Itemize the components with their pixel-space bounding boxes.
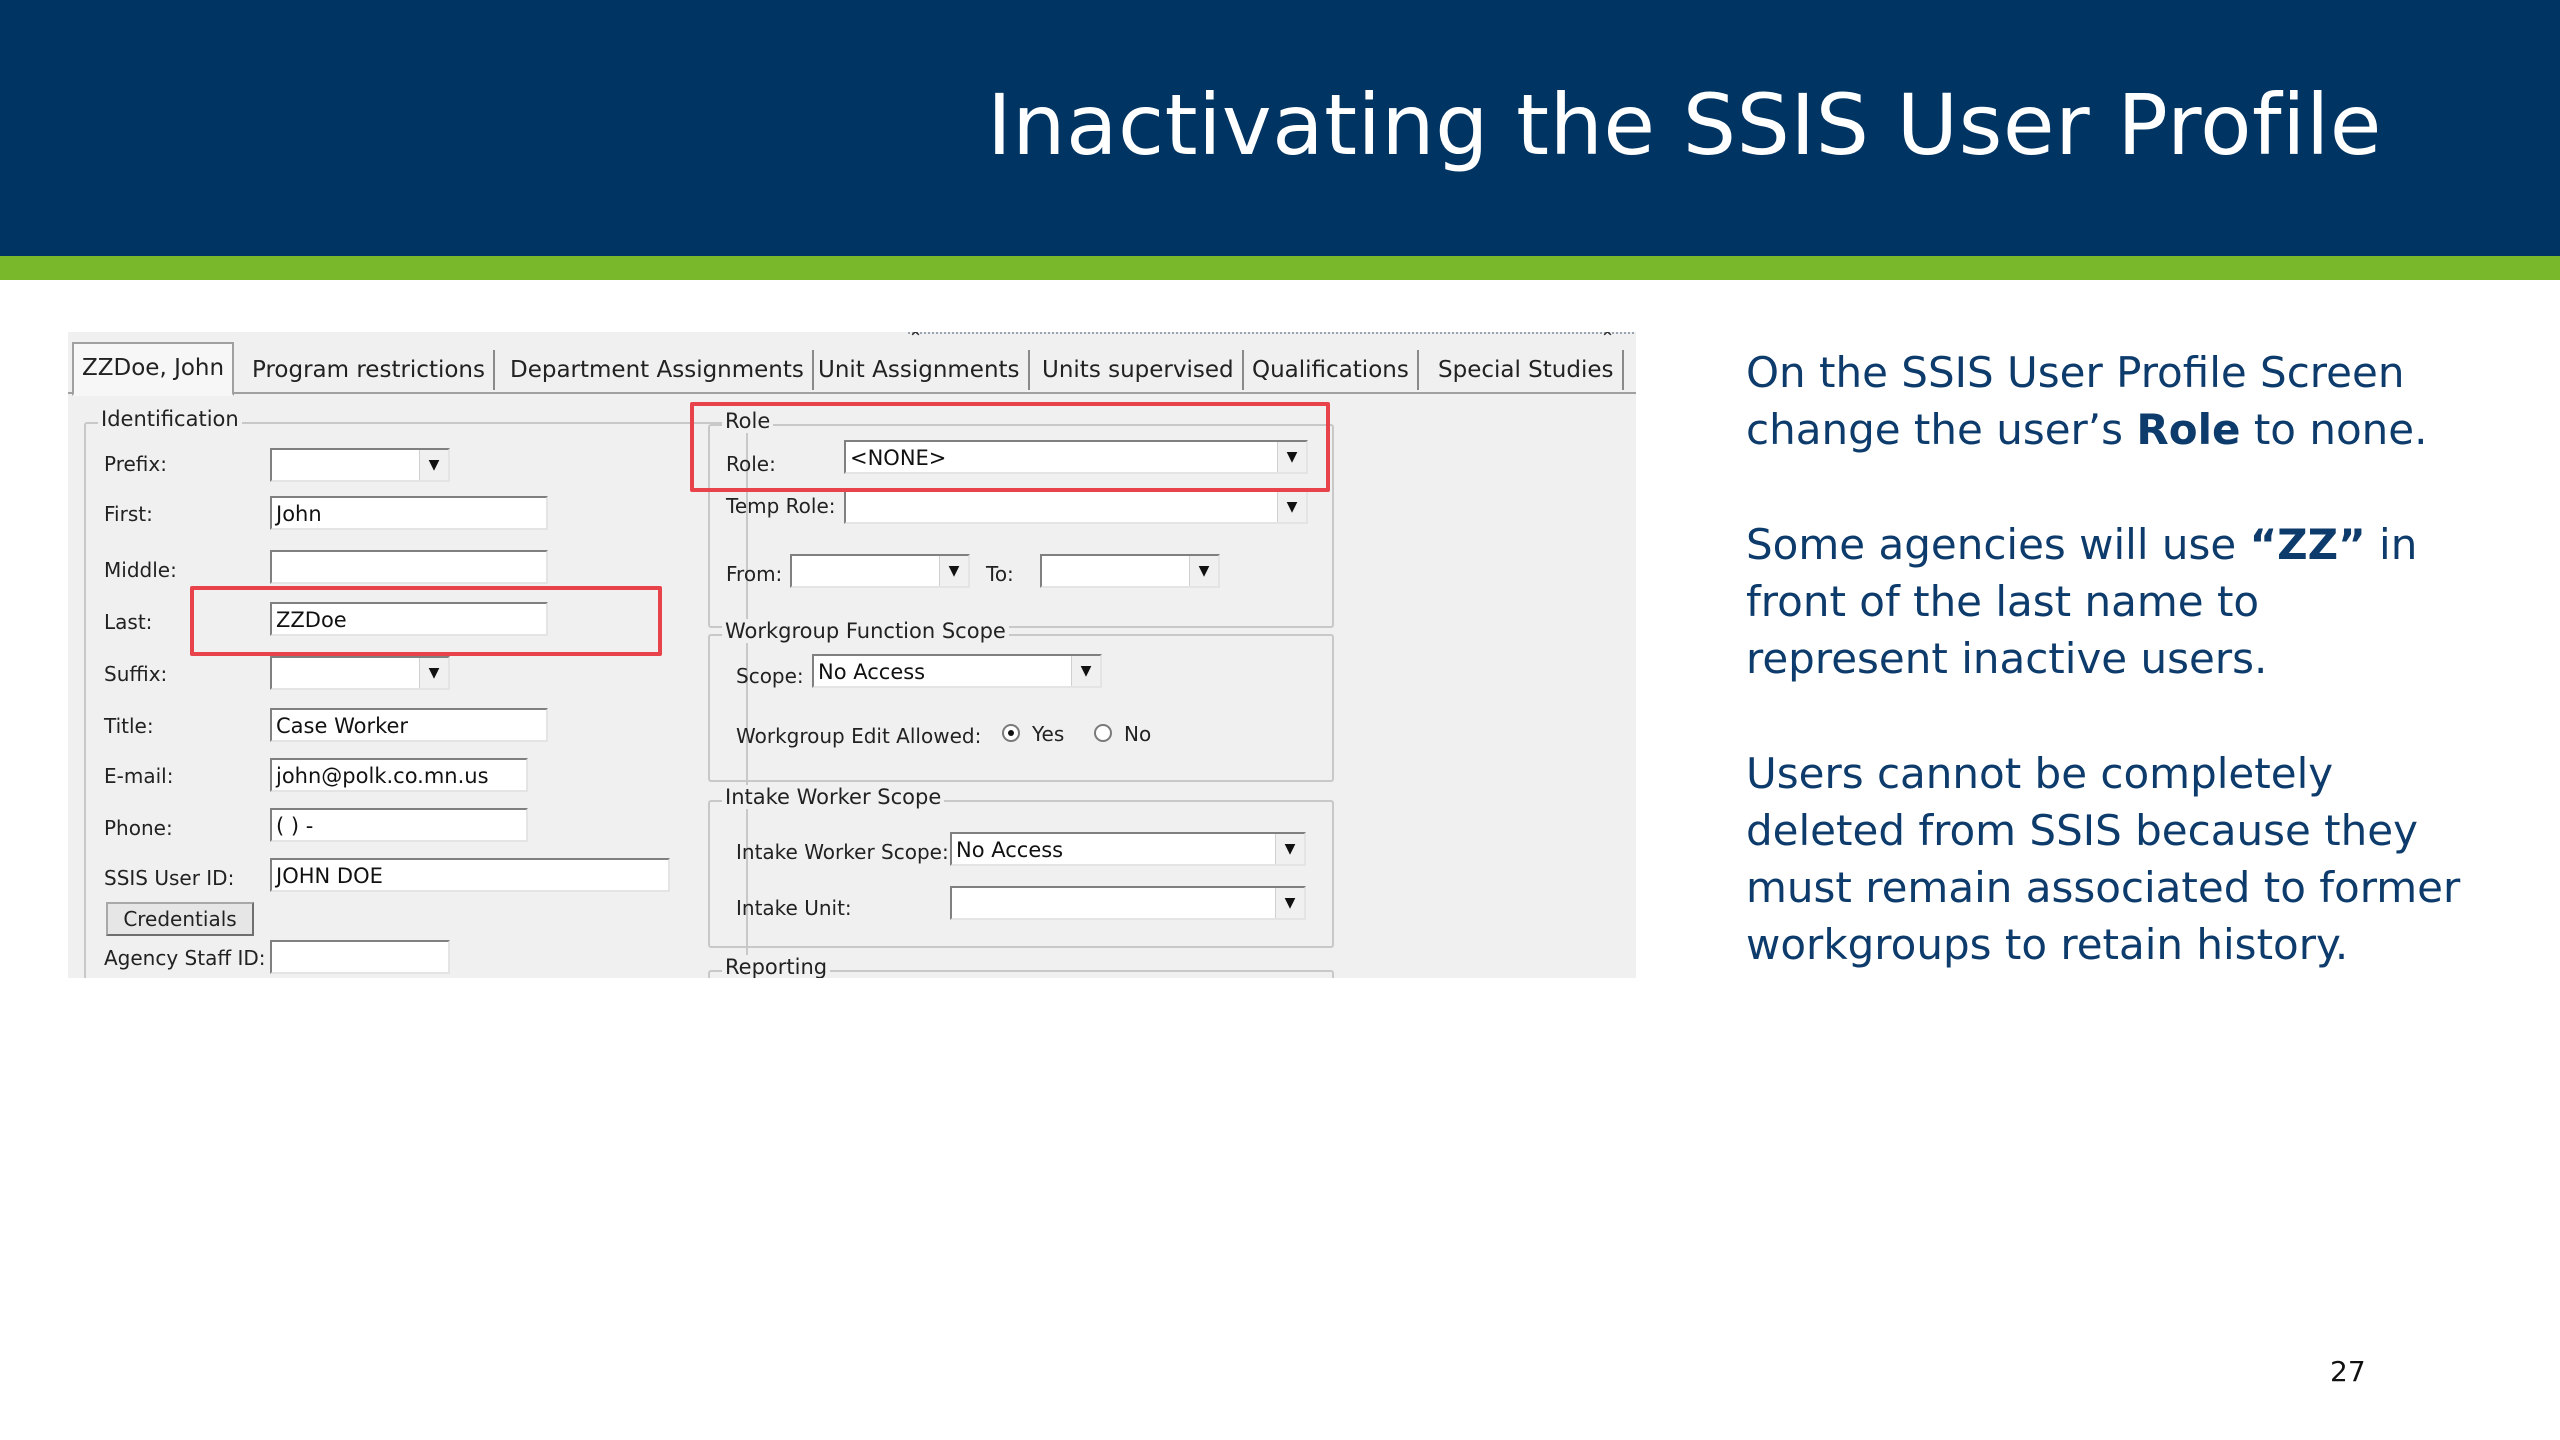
page-number: 27	[2330, 1355, 2366, 1388]
tab-qualifications[interactable]: Qualifications	[1244, 350, 1419, 390]
scope-label: Scope:	[736, 664, 804, 688]
edit-allowed-yes-radio[interactable]	[1002, 724, 1020, 742]
workgroup-edit-label: Workgroup Edit Allowed:	[736, 724, 982, 748]
ssis-user-profile-window: ⌃ ⌃ ZZDoe, John Program restrictions Dep…	[68, 332, 1636, 978]
chevron-down-icon[interactable]: ▼	[419, 450, 448, 480]
phone-input[interactable]: ( ) -	[270, 808, 528, 842]
slide-title: Inactivating the SSIS User Profile	[986, 76, 2382, 174]
reporting-legend: Reporting	[722, 955, 831, 978]
accent-bar	[0, 256, 2560, 280]
tab-unit-assignments[interactable]: Unit Assignments	[810, 350, 1030, 390]
prefix-label: Prefix:	[104, 452, 167, 476]
temp-role-select[interactable]: ▼	[844, 490, 1308, 524]
no-label: No	[1124, 722, 1152, 746]
temp-role-label: Temp Role:	[726, 494, 836, 518]
first-label: First:	[104, 502, 153, 526]
from-date-select[interactable]: ▼	[790, 554, 970, 588]
email-input[interactable]: john@polk.co.mn.us	[270, 758, 528, 792]
slide-header: Inactivating the SSIS User Profile	[0, 0, 2560, 256]
identification-legend: Identification	[98, 407, 242, 431]
middle-name-input[interactable]	[270, 550, 548, 584]
ssis-user-id-label: SSIS User ID:	[104, 866, 235, 890]
to-date-select[interactable]: ▼	[1040, 554, 1220, 588]
role-highlight-box	[690, 402, 1330, 492]
title-label: Title:	[104, 714, 154, 738]
intake-worker-scope-label: Intake Worker Scope:	[736, 840, 949, 864]
phone-label: Phone:	[104, 816, 173, 840]
last-name-highlight-box	[190, 586, 662, 656]
tab-department-assignments[interactable]: Department Assignments	[502, 350, 814, 390]
profile-tab-bar: ZZDoe, John Program restrictions Departm…	[68, 342, 1636, 396]
note-cannot-delete: Users cannot be completely deleted from …	[1746, 749, 2461, 969]
edit-allowed-no-radio[interactable]	[1094, 724, 1112, 742]
tab-user-name[interactable]: ZZDoe, John	[72, 342, 235, 396]
chevron-down-icon[interactable]: ▼	[419, 658, 448, 688]
tab-program-restrictions[interactable]: Program restrictions	[244, 350, 495, 390]
email-label: E-mail:	[104, 764, 174, 788]
yes-label: Yes	[1032, 722, 1065, 746]
window-top-strip: ⌃ ⌃	[908, 332, 1636, 349]
intake-unit-label: Intake Unit:	[736, 896, 852, 920]
intake-worker-scope-group: Intake Worker Scope	[708, 785, 1334, 948]
note-zz-prefix: Some agencies will use “ZZ” in front of …	[1746, 520, 2418, 683]
suffix-select[interactable]: ▼	[270, 656, 450, 690]
suffix-label: Suffix:	[104, 662, 168, 686]
tab-units-supervised[interactable]: Units supervised	[1034, 350, 1244, 390]
ssis-user-id-input[interactable]: JOHN DOE	[270, 858, 670, 892]
chevron-down-icon[interactable]: ▼	[1275, 888, 1304, 918]
first-name-input[interactable]: John	[270, 496, 548, 530]
workgroup-scope-legend: Workgroup Function Scope	[722, 619, 1009, 643]
to-label: To:	[986, 562, 1014, 586]
prefix-select[interactable]: ▼	[270, 448, 450, 482]
chevron-down-icon[interactable]: ▼	[1277, 492, 1306, 522]
intake-worker-scope-select[interactable]: No Access ▼	[950, 832, 1306, 866]
reporting-group: Reporting	[708, 955, 1334, 978]
chevron-down-icon[interactable]: ▼	[939, 556, 968, 586]
from-label: From:	[726, 562, 783, 586]
agency-staff-id-label: Agency Staff ID:	[104, 946, 266, 970]
credentials-button[interactable]: Credentials	[106, 902, 254, 936]
agency-staff-id-input[interactable]	[270, 940, 450, 974]
chevron-down-icon[interactable]: ▼	[1189, 556, 1218, 586]
last-label: Last:	[104, 610, 153, 634]
scope-select[interactable]: No Access ▼	[812, 654, 1102, 688]
intake-unit-select[interactable]: ▼	[950, 886, 1306, 920]
note-role: On the SSIS User Profile Screen change t…	[1746, 348, 2428, 454]
slide-notes: On the SSIS User Profile Screen change t…	[1746, 344, 2466, 1031]
chevron-down-icon[interactable]: ▼	[1071, 656, 1100, 686]
tab-special-studies[interactable]: Special Studies	[1430, 350, 1624, 390]
intake-worker-scope-legend: Intake Worker Scope	[722, 785, 945, 809]
title-input[interactable]: Case Worker	[270, 708, 548, 742]
middle-label: Middle:	[104, 558, 177, 582]
chevron-down-icon[interactable]: ▼	[1275, 834, 1304, 864]
